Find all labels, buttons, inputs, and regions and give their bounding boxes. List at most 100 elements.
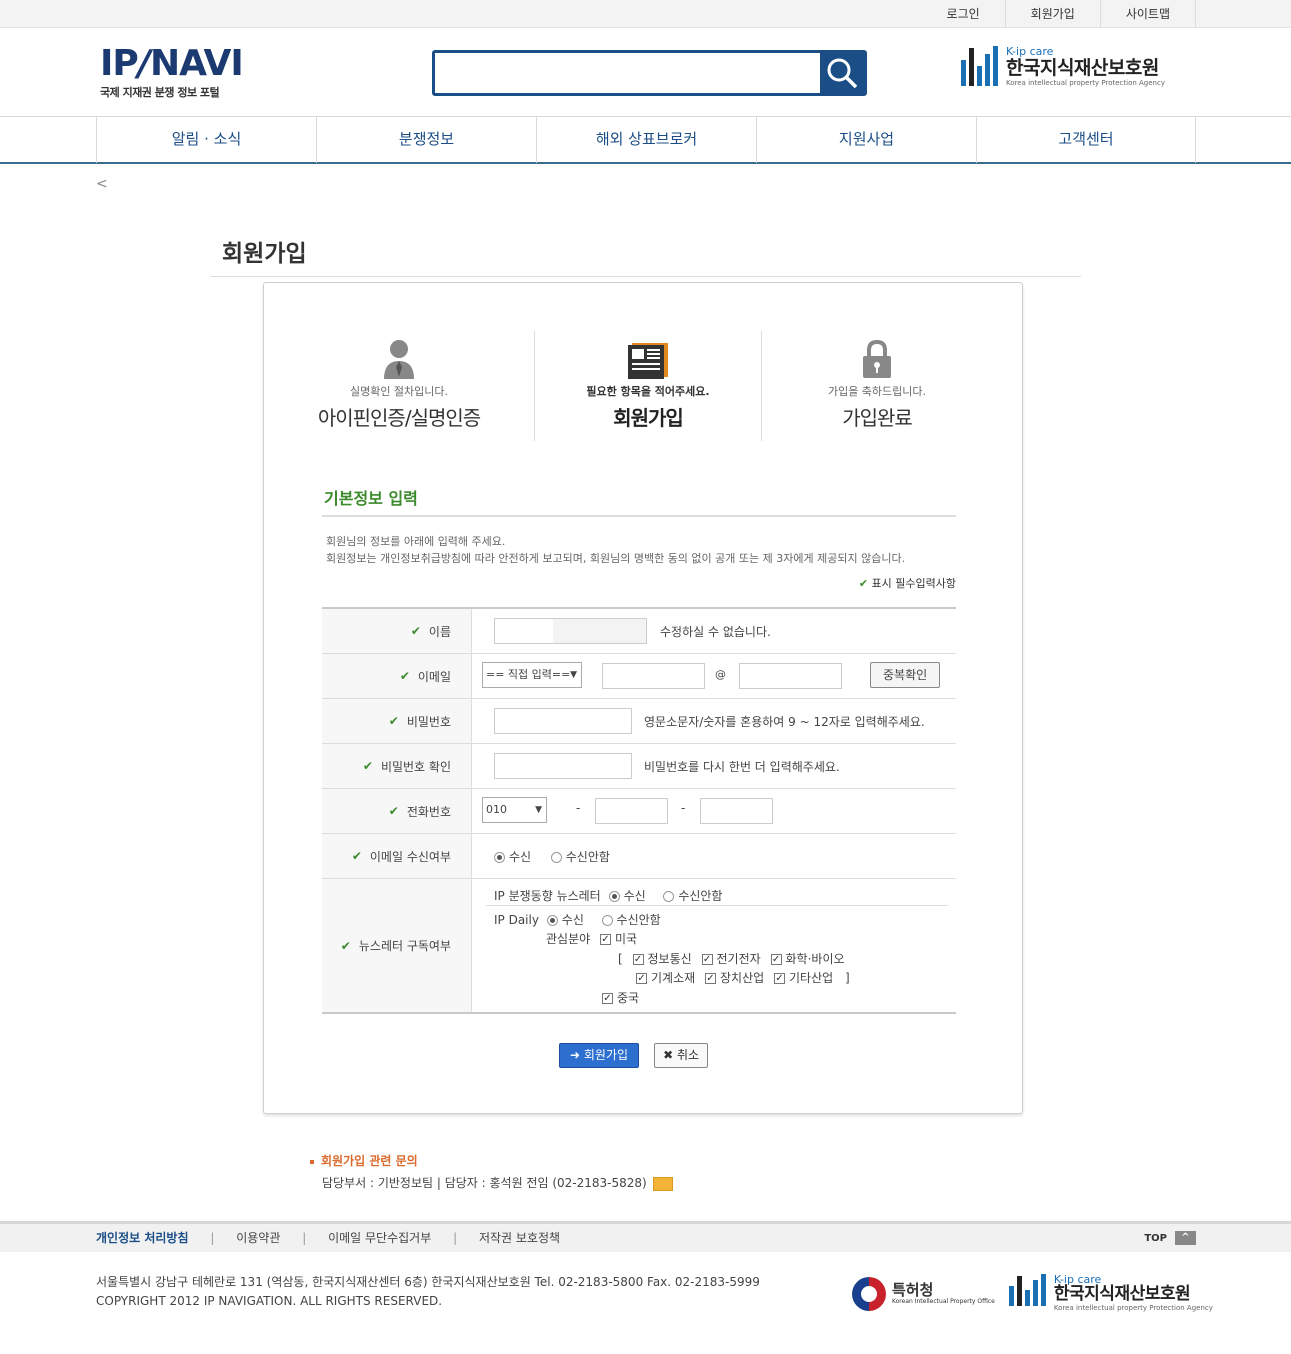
signup-link[interactable]: 회원가입: [1004, 0, 1100, 28]
check-icon: ✔: [410, 624, 421, 638]
password-field[interactable]: [494, 708, 632, 734]
interest-machine-checkbox[interactable]: ✓: [636, 973, 647, 984]
step-signup: 필요한 항목을 적어주세요. 회원가입: [538, 331, 758, 431]
form-row-password: ✔ 비밀번호 영문소문자/숫자를 혼용하여 9 ~ 12자로 입력해주세요.: [322, 699, 956, 744]
privacy-policy-link[interactable]: 개인정보 처리방침: [96, 1231, 189, 1245]
top-bar: 로그인 회원가입 사이트맵: [0, 0, 1291, 28]
check-icon: ✔: [351, 849, 362, 863]
dropdown-arrow-icon: ▼: [535, 805, 542, 815]
interest-china-checkbox[interactable]: ✓: [602, 993, 613, 1004]
email-receive-no-radio[interactable]: [550, 852, 562, 863]
phone-last-field[interactable]: [700, 798, 773, 824]
lock-icon: [767, 331, 987, 379]
form-row-email: ✔ 이메일 == 직접 입력== ▼ @ 중복확인: [322, 654, 956, 699]
user-icon: [289, 331, 509, 379]
name-field: [494, 618, 647, 644]
duplicate-check-button[interactable]: 중복확인: [870, 662, 941, 688]
interest-ict-checkbox[interactable]: ✓: [632, 954, 644, 965]
trend-yes-radio[interactable]: [608, 891, 620, 902]
partner-english: Korea intellectual property Protection A…: [1006, 79, 1165, 87]
page-title: 회원가입: [222, 241, 307, 267]
nav-item-news[interactable]: 알림 · 소식: [96, 117, 316, 163]
email-domain-select[interactable]: == 직접 입력== ▼: [482, 662, 582, 688]
signup-steps: 실명확인 절차입니다. 아이핀인증/실명인증 필요한 항목을 적어주세요. 회원…: [264, 311, 1024, 446]
section-divider: [322, 515, 956, 517]
partner-bars-icon: [961, 46, 998, 86]
password-note: 영문소문자/숫자를 혼용하여 9 ~ 12자로 입력해주세요.: [644, 715, 925, 729]
form-row-password-confirm: ✔ 비밀번호 확인 비밀번호를 다시 한번 더 입력해주세요.: [322, 744, 956, 789]
main-nav: 알림 · 소식 분쟁정보 해외 상표브로커 지원사업 고객센터: [0, 116, 1291, 164]
nav-item-support[interactable]: 지원사업: [756, 117, 976, 163]
form-row-newsletter: ✔ 뉴스레터 구독여부 IP 분쟁동향 뉴스레터 수신 수신안함 IP Daily…: [322, 879, 956, 1014]
check-icon: ✔: [340, 938, 351, 953]
form-row-name: ✔ 이름 수정하실 수 없습니다.: [322, 609, 956, 654]
nav-item-dispute[interactable]: 분쟁정보: [316, 117, 536, 163]
password-confirm-field[interactable]: [494, 753, 632, 779]
kip-footer-logo[interactable]: K-ip care 한국지식재산보호원 Korea intellectual p…: [1008, 1274, 1213, 1313]
kipo-logo[interactable]: 특허청 Korean Intellectual Property Office: [852, 1276, 995, 1311]
back-icon[interactable]: <: [96, 176, 108, 192]
required-note: ✔ 표시 필수입력사항: [858, 577, 956, 590]
email-receive-yes-radio[interactable]: [494, 852, 505, 863]
email-refusal-link[interactable]: 이메일 무단수집거부: [328, 1231, 431, 1245]
join-button[interactable]: ➜ 회원가입: [559, 1043, 640, 1068]
check-icon: ✔: [388, 714, 399, 728]
phone-prefix-select[interactable]: 010 ▼: [482, 797, 547, 823]
step-complete: 가입을 축하드립니다. 가입완료: [767, 331, 987, 431]
daily-yes-radio[interactable]: [546, 915, 558, 926]
close-icon: ✖: [663, 1048, 674, 1062]
interest-other-checkbox[interactable]: ✓: [774, 973, 785, 984]
inquiry: 회원가입 관련 문의 담당부서 : 기반정보팀 | 담당자 : 홍석원 전임 (…: [310, 1152, 673, 1191]
title-divider: [210, 276, 1081, 277]
email-at: @: [715, 668, 726, 681]
daily-no-radio[interactable]: [601, 915, 613, 926]
partner-logo[interactable]: K-ip care 한국지식재산보호원 Korea intellectual p…: [961, 46, 1165, 88]
partner-name: 한국지식재산보호원: [1006, 57, 1159, 79]
search-input[interactable]: [435, 53, 824, 93]
nav-item-broker[interactable]: 해외 상표브로커: [536, 117, 756, 163]
top-button[interactable]: TOP ^: [1144, 1231, 1196, 1245]
chevron-up-icon: ^: [1175, 1231, 1196, 1245]
footer-nav: 개인정보 처리방침 | 이용약관 | 이메일 무단수집거부 | 저작권 보호정책…: [0, 1221, 1291, 1252]
login-link[interactable]: 로그인: [922, 0, 1005, 28]
inquiry-contact: 담당부서 : 기반정보팀 | 담당자 : 홍석원 전임 (02-2183-582…: [322, 1176, 647, 1190]
interest-us-checkbox[interactable]: ✓: [600, 934, 611, 945]
search-box: [432, 50, 867, 96]
nav-item-customer[interactable]: 고객센터: [976, 117, 1196, 163]
section-title: 기본정보 입력: [324, 489, 418, 508]
name-note: 수정하실 수 없습니다.: [660, 625, 771, 639]
logo-main: IP/NAVI: [100, 43, 244, 84]
sitemap-link[interactable]: 사이트맵: [1099, 0, 1196, 28]
partner-bars-icon: [1008, 1274, 1046, 1306]
search-button[interactable]: [820, 53, 864, 93]
form-row-email-receive: ✔ 이메일 수신여부 수신 수신안함: [322, 834, 956, 879]
footer-address: 서울특별시 강남구 테헤란로 131 (역삼동, 한국지식재산센터 6층) 한국…: [96, 1275, 760, 1308]
form-buttons: ➜ 회원가입 ✖ 취소: [559, 1043, 709, 1068]
newspaper-icon: [538, 331, 758, 379]
header: IP/NAVI 국제 지재권 분쟁 정보 포털 K-ip care 한국지식재산…: [0, 28, 1291, 116]
arrow-right-icon: ➜: [570, 1048, 581, 1062]
email-domain-field[interactable]: [739, 663, 842, 689]
check-icon: ✔: [399, 669, 410, 683]
bullet-icon: [310, 1159, 314, 1164]
partner-small: K-ip care: [1006, 45, 1054, 58]
taegeuk-icon: [852, 1276, 886, 1311]
signup-card: 실명확인 절차입니다. 아이핀인증/실명인증 필요한 항목을 적어주세요. 회원…: [263, 282, 1023, 1114]
mail-icon[interactable]: [652, 1176, 673, 1191]
trend-no-radio[interactable]: [663, 891, 675, 902]
terms-link[interactable]: 이용약관: [236, 1231, 280, 1245]
email-id-field[interactable]: [602, 663, 705, 689]
step-divider: [761, 331, 762, 441]
copyright-policy-link[interactable]: 저작권 보호정책: [479, 1231, 560, 1245]
inquiry-title: 회원가입 관련 문의: [321, 1154, 418, 1168]
cancel-button[interactable]: ✖ 취소: [654, 1043, 709, 1068]
phone-middle-field[interactable]: [595, 798, 668, 824]
interest-chem-bio-checkbox[interactable]: ✓: [770, 954, 782, 965]
section-intro: 회원님의 정보를 아래에 입력해 주세요. 회원정보는 개인정보취급방침에 따라…: [326, 535, 906, 565]
dropdown-arrow-icon: ▼: [570, 670, 577, 680]
step-verify: 실명확인 절차입니다. 아이핀인증/실명인증: [289, 331, 509, 431]
interest-electronics-checkbox[interactable]: ✓: [701, 954, 713, 965]
ip-navi-logo[interactable]: IP/NAVI 국제 지재권 분쟁 정보 포털: [100, 43, 244, 100]
interest-equipment-checkbox[interactable]: ✓: [705, 973, 716, 984]
signup-form: ✔ 이름 수정하실 수 없습니다. ✔ 이메일 == 직접 입력== ▼ @ 중복확인…: [322, 607, 956, 1014]
